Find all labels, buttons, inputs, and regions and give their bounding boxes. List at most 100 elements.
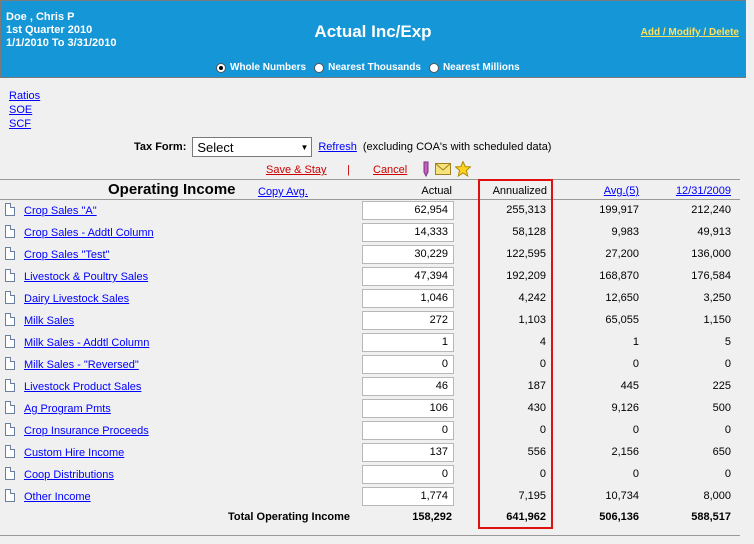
action-separator: | xyxy=(347,164,350,176)
col-header-avg-link[interactable]: Avg.(5) xyxy=(570,185,639,197)
radio-nearest-millions[interactable]: Nearest Millions xyxy=(428,62,520,73)
total-actual: 158,292 xyxy=(412,511,452,523)
tax-form-note: (excluding COA's with scheduled data) xyxy=(362,141,552,153)
table-row: Other Income 1,774 7,195 10,734 8,000 xyxy=(0,487,744,509)
avg-value: 27,200 xyxy=(605,248,639,260)
document-icon[interactable] xyxy=(5,225,15,238)
prior-year-value: 500 xyxy=(712,402,731,414)
prior-year-value: 8,000 xyxy=(703,490,731,502)
actual-input[interactable]: 30,229 xyxy=(362,245,454,264)
document-icon[interactable] xyxy=(5,445,15,458)
document-icon[interactable] xyxy=(5,247,15,260)
link-soe[interactable]: SOE xyxy=(9,104,32,116)
actual-input[interactable]: 0 xyxy=(362,465,454,484)
avg-value: 445 xyxy=(620,380,639,392)
actual-input[interactable]: 0 xyxy=(362,355,454,374)
row-label-link[interactable]: Milk Sales - Addtl Column xyxy=(24,337,149,349)
actual-input[interactable]: 14,333 xyxy=(362,223,454,242)
prior-year-value: 0 xyxy=(724,358,731,370)
actual-input[interactable]: 47,394 xyxy=(362,267,454,286)
radio-whole-numbers[interactable]: Whole Numbers xyxy=(216,62,306,73)
table-row: Milk Sales - "Reversed" 0 0 0 0 xyxy=(0,355,744,377)
total-prior-year: 588,517 xyxy=(691,511,731,523)
avg-value: 12,650 xyxy=(605,292,639,304)
cancel-link[interactable]: Cancel xyxy=(373,164,407,176)
actual-input[interactable]: 106 xyxy=(362,399,454,418)
row-label-link[interactable]: Crop Sales - Addtl Column xyxy=(24,227,154,239)
total-label: Total Operating Income xyxy=(228,511,351,523)
prior-year-value: 225 xyxy=(712,380,731,392)
document-icon[interactable] xyxy=(5,335,15,348)
prior-year-value: 176,584 xyxy=(691,270,731,282)
table-row: Crop Sales "A" 62,954 255,313 199,917 21… xyxy=(0,201,744,223)
avg-value: 9,126 xyxy=(611,402,639,414)
tax-form-select[interactable]: Select ▼ xyxy=(192,137,313,157)
row-label-link[interactable]: Livestock Product Sales xyxy=(24,381,141,393)
prior-year-value: 1,150 xyxy=(703,314,731,326)
radio-unselected-icon xyxy=(428,62,439,73)
link-scf[interactable]: SCF xyxy=(9,118,31,130)
row-label-link[interactable]: Livestock & Poultry Sales xyxy=(24,271,148,283)
row-label-link[interactable]: Dairy Livestock Sales xyxy=(24,293,129,305)
row-label-link[interactable]: Custom Hire Income xyxy=(24,447,124,459)
actual-input[interactable]: 0 xyxy=(362,421,454,440)
document-icon[interactable] xyxy=(5,467,15,480)
actual-input[interactable]: 1 xyxy=(362,333,454,352)
refresh-link[interactable]: Refresh xyxy=(318,141,357,153)
table-row: Livestock & Poultry Sales 47,394 192,209… xyxy=(0,267,744,289)
col-header-actual: Actual xyxy=(421,185,452,197)
table-row: Coop Distributions 0 0 0 0 xyxy=(0,465,744,487)
prior-year-value: 212,240 xyxy=(691,204,731,216)
annualized-highlight-box xyxy=(478,179,553,529)
actual-input[interactable]: 1,046 xyxy=(362,289,454,308)
row-label-link[interactable]: Milk Sales - "Reversed" xyxy=(24,359,139,371)
star-icon[interactable] xyxy=(455,161,471,177)
section-title: Operating Income xyxy=(108,181,236,198)
action-icons xyxy=(421,161,471,177)
save-stay-link[interactable]: Save & Stay xyxy=(266,164,327,176)
link-ratios[interactable]: Ratios xyxy=(9,90,40,102)
avg-value: 0 xyxy=(632,424,639,436)
envelope-icon[interactable] xyxy=(435,163,451,175)
document-icon[interactable] xyxy=(5,357,15,370)
avg-value: 168,870 xyxy=(599,270,639,282)
document-icon[interactable] xyxy=(5,489,15,502)
row-label-link[interactable]: Coop Distributions xyxy=(24,469,114,481)
document-icon[interactable] xyxy=(5,379,15,392)
page-title: Actual Inc/Exp xyxy=(314,22,432,41)
actual-input[interactable]: 272 xyxy=(362,311,454,330)
row-label-link[interactable]: Milk Sales xyxy=(24,315,74,327)
row-label-link[interactable]: Ag Program Pmts xyxy=(24,403,111,415)
row-label-link[interactable]: Crop Insurance Proceeds xyxy=(24,425,149,437)
actual-input[interactable]: 137 xyxy=(362,443,454,462)
document-icon[interactable] xyxy=(5,313,15,326)
table-row: Ag Program Pmts 106 430 9,126 500 xyxy=(0,399,744,421)
table-row: Crop Insurance Proceeds 0 0 0 0 xyxy=(0,421,744,443)
row-label-link[interactable]: Crop Sales "Test" xyxy=(24,249,109,261)
pencil-icon[interactable] xyxy=(421,161,431,177)
row-label-link[interactable]: Other Income xyxy=(24,491,91,503)
avg-value: 0 xyxy=(632,468,639,480)
row-label-link[interactable]: Crop Sales "A" xyxy=(24,205,97,217)
document-icon[interactable] xyxy=(5,203,15,216)
col-header-date-link[interactable]: 12/31/2009 xyxy=(660,185,731,197)
divider xyxy=(0,179,740,180)
document-icon[interactable] xyxy=(5,423,15,436)
tax-form-label: Tax Form: xyxy=(134,141,187,153)
actual-input[interactable]: 62,954 xyxy=(362,201,454,220)
copy-avg-link[interactable]: Copy Avg. xyxy=(258,186,308,198)
document-icon[interactable] xyxy=(5,269,15,282)
divider xyxy=(0,535,740,536)
prior-year-value: 0 xyxy=(724,468,731,480)
avg-value: 0 xyxy=(632,358,639,370)
add-modify-delete-link[interactable]: Add / Modify / Delete xyxy=(641,27,739,38)
avg-value: 9,983 xyxy=(611,226,639,238)
radio-nearest-thousands[interactable]: Nearest Thousands xyxy=(314,62,421,73)
prior-year-value: 5 xyxy=(724,336,731,348)
document-icon[interactable] xyxy=(5,291,15,304)
actual-input[interactable]: 46 xyxy=(362,377,454,396)
prior-year-value: 3,250 xyxy=(703,292,731,304)
actual-input[interactable]: 1,774 xyxy=(362,487,454,506)
document-icon[interactable] xyxy=(5,401,15,414)
dropdown-arrow-icon: ▼ xyxy=(300,142,309,152)
